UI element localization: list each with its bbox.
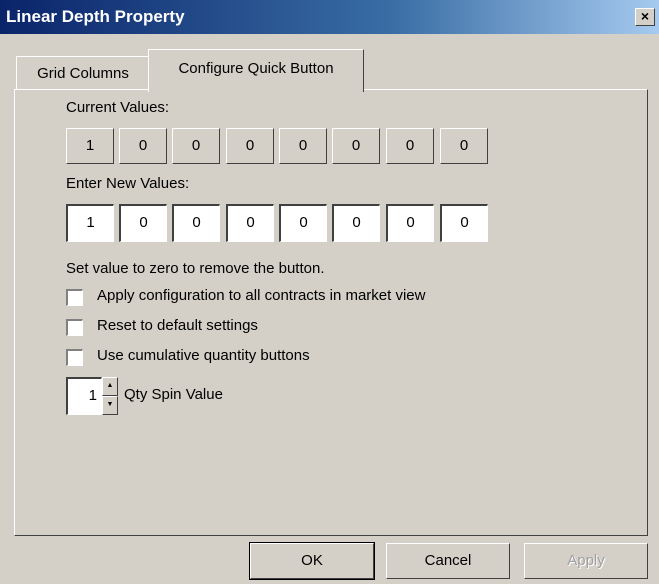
ok-button[interactable]: OK: [249, 542, 375, 580]
new-value-input[interactable]: 0: [119, 204, 167, 242]
current-values-label: Current Values:: [66, 99, 170, 116]
reset-defaults-checkbox[interactable]: [66, 319, 83, 336]
current-value-cell: 0: [279, 128, 327, 164]
spin-down-arrow-icon[interactable]: ▼: [102, 396, 118, 415]
cumulative-quantity-checkbox[interactable]: [66, 349, 83, 366]
new-value-input[interactable]: 0: [172, 204, 220, 242]
new-values-label: Enter New Values:: [66, 175, 190, 192]
window-title: Linear Depth Property: [6, 7, 185, 26]
qty-spin-label: Qty Spin Value: [124, 386, 223, 403]
close-button[interactable]: ×: [635, 8, 655, 26]
tab-grid-columns[interactable]: Grid Columns: [16, 56, 150, 92]
new-value-input[interactable]: 1: [66, 204, 114, 242]
new-value-input[interactable]: 0: [332, 204, 380, 242]
apply-all-contracts-label[interactable]: Apply configuration to all contracts in …: [97, 287, 425, 304]
title-bar: Linear Depth Property ×: [0, 0, 659, 34]
cancel-button[interactable]: Cancel: [386, 543, 510, 579]
current-value-cell: 0: [332, 128, 380, 164]
reset-defaults-label[interactable]: Reset to default settings: [97, 317, 258, 334]
qty-spin-input[interactable]: 1: [66, 377, 102, 415]
current-value-cell: 0: [226, 128, 274, 164]
current-value-cell: 1: [66, 128, 114, 164]
cumulative-quantity-label[interactable]: Use cumulative quantity buttons: [97, 347, 310, 364]
apply-button[interactable]: Apply: [524, 543, 648, 579]
current-value-cell: 0: [172, 128, 220, 164]
current-value-cell: 0: [386, 128, 434, 164]
current-value-cell: 0: [440, 128, 488, 164]
new-value-input[interactable]: 0: [226, 204, 274, 242]
tab-configure-quick-button[interactable]: Configure Quick Button: [148, 49, 364, 92]
new-value-input[interactable]: 0: [386, 204, 434, 242]
new-value-input[interactable]: 0: [279, 204, 327, 242]
hint-text: Set value to zero to remove the button.: [66, 260, 325, 277]
apply-all-contracts-checkbox[interactable]: [66, 289, 83, 306]
current-value-cell: 0: [119, 128, 167, 164]
spin-up-arrow-icon[interactable]: ▲: [102, 377, 118, 396]
new-value-input[interactable]: 0: [440, 204, 488, 242]
